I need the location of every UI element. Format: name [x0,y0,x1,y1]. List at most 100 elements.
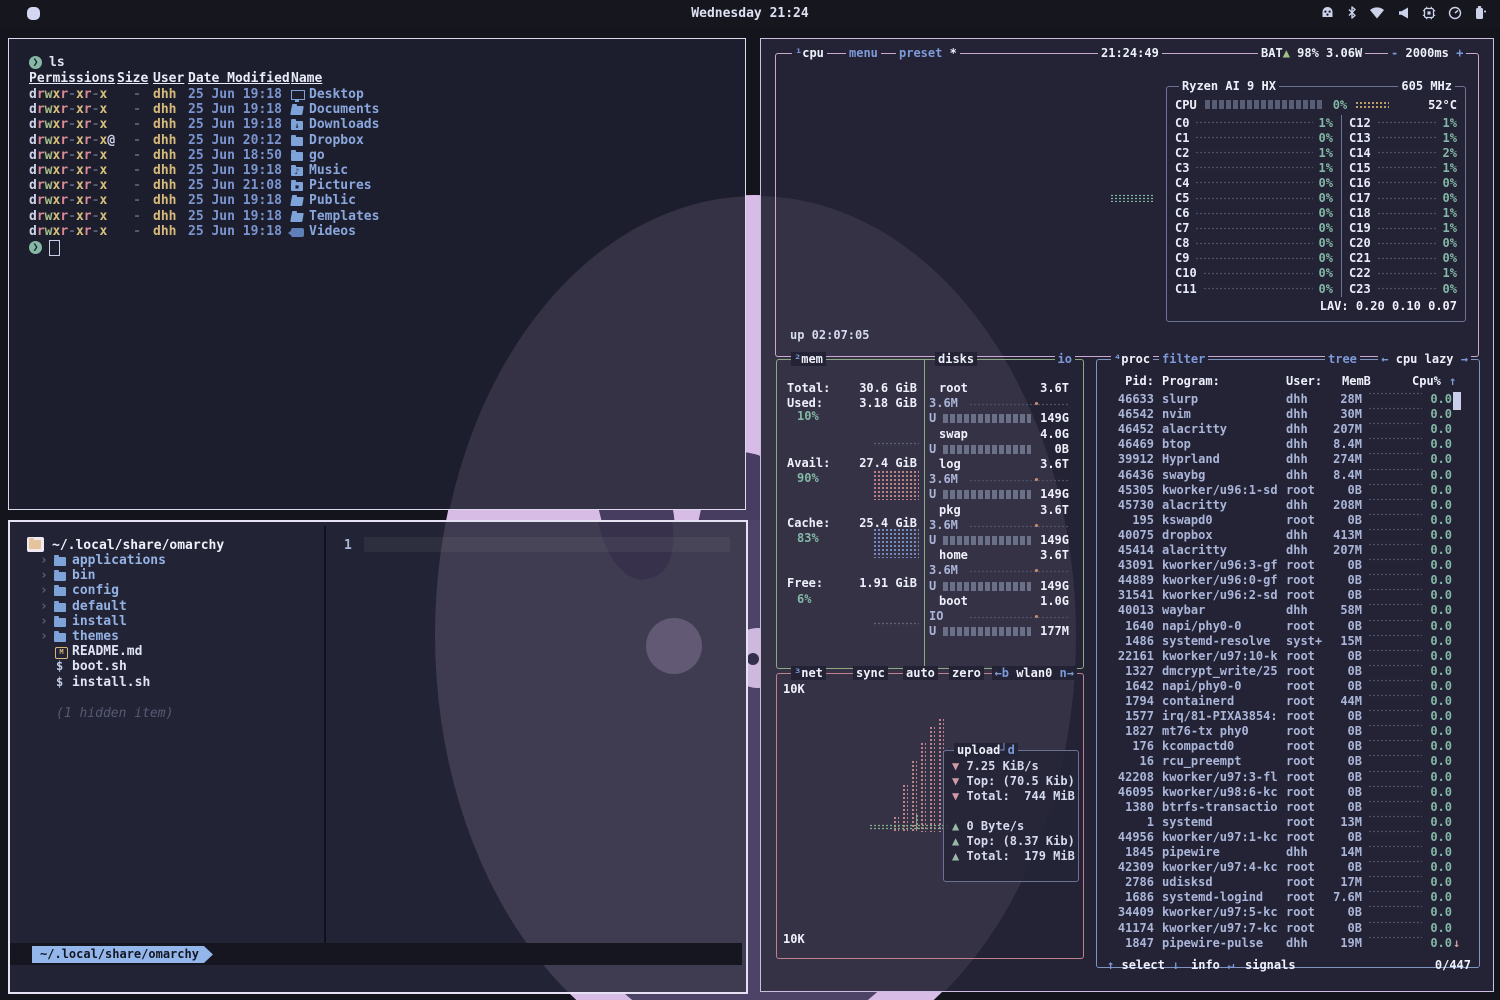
proc-row[interactable]: 42309kworker/u97:4-kcroot0B0.0 [1106,860,1466,875]
proc-box-title[interactable]: ⁴proc [1111,352,1153,366]
proc-row[interactable]: 44889kworker/u96:0-gfroot0B0.0 [1106,573,1466,588]
disk-size: 3.6T [997,381,1069,395]
list-item[interactable]: ›default [10,599,320,614]
proc-row[interactable]: 40013waybardhh58M0.0 [1106,603,1466,618]
proc-row[interactable]: 1847pipewire-pulsedhh19M0.0 [1106,936,1466,951]
bluetooth-icon[interactable] [1347,5,1357,20]
list-item[interactable]: ›applications [10,553,320,568]
proc-col-mem[interactable]: MemB [1342,374,1371,388]
mem: 0B [1324,513,1362,527]
proc-row[interactable]: 1systemdroot13M0.0 [1106,815,1466,830]
proc-row[interactable]: 46469btopdhh8.4M0.0 [1106,437,1466,452]
list-item[interactable]: $install.sh [10,675,320,690]
cpu-core-row: C191% [1349,221,1457,236]
proc-row[interactable]: 1640napi/phy0-0root0B0.0 [1106,619,1466,634]
mem-box-title[interactable]: ²mem [791,352,826,366]
disk-io-graph [969,479,1069,482]
proc-row[interactable]: 39912Hyprlanddhh274M0.0 [1106,452,1466,467]
mem: 0B [1324,754,1362,768]
proc-row[interactable]: 1686systemd-logindroot7.6M0.0 [1106,890,1466,905]
pid: 1686 [1106,890,1154,904]
proc-row[interactable]: 43091kworker/u96:3-gfroot0B0.0 [1106,558,1466,573]
cpu-box-title[interactable]: ¹cpu [792,46,827,60]
proc-row[interactable]: 1642napi/phy0-0root0B0.0 [1106,679,1466,694]
proc-scrollbar[interactable] [1453,392,1461,410]
proc-row[interactable]: 1380btrfs-transactioroot0B0.0 [1106,800,1466,815]
proc-row[interactable]: 195kswapd0root0B0.0 [1106,513,1466,528]
proc-row[interactable]: 2786udisksdroot17M0.0 [1106,875,1466,890]
proc-row[interactable]: 1794containerdroot44M0.0 [1106,694,1466,709]
proc-col-cpu[interactable]: Cpu% [1412,374,1441,388]
cpu-chip-icon[interactable] [1422,6,1436,20]
user: dhh [153,163,176,178]
proc-row[interactable]: 42208kworker/u97:3-flroot0B0.0 [1106,770,1466,785]
core-label: C6 [1175,206,1189,220]
net-interface-switch[interactable]: ←b wlan0 n→ [992,666,1078,680]
proc-row[interactable]: 34409kworker/u97:5-kcroot0B0.0 [1106,905,1466,920]
proc-col-pid[interactable]: Pid: [1106,374,1154,388]
proc-row[interactable]: 45414alacrittydhh207M0.0 [1106,543,1466,558]
folder-image-icon [291,182,303,191]
proc-row[interactable]: 45305kworker/u96:1-sdroot0B0.0 [1106,483,1466,498]
proc-row[interactable]: 44956kworker/u97:1-kcroot0B0.0 [1106,830,1466,845]
desktop-icon [291,90,305,100]
select-hint[interactable]: ↑ select ↓ [1107,958,1179,972]
battery-icon[interactable] [1474,5,1486,20]
scroll-down-icon[interactable]: ↓ [1453,936,1460,950]
proc-col-program[interactable]: Program: [1162,374,1220,388]
volume-icon[interactable] [1397,6,1410,20]
net-auto-button[interactable]: auto [903,666,938,680]
preset-button[interactable]: preset * [896,46,960,60]
proc-row[interactable]: 1845pipewiredhh14M0.0 [1106,845,1466,860]
proc-row[interactable]: 40075dropboxdhh413M0.0 [1106,528,1466,543]
net-zero-button[interactable]: zero [949,666,984,680]
proc-row[interactable]: 22161kworker/u97:10-kroot0B0.0 [1106,649,1466,664]
proc-tree-button[interactable]: tree [1325,352,1360,366]
terminal-cursor[interactable] [49,240,60,256]
proc-row[interactable]: 1577irq/81-PIXA3854:root0B0.0 [1106,709,1466,724]
list-item[interactable]: ›install [10,614,320,629]
proc-row[interactable]: 1486systemd-resolvesyst+15M0.0 [1106,634,1466,649]
pane-divider[interactable] [324,526,326,960]
cpu-graph [1368,573,1422,576]
cpu-graph [1368,483,1422,486]
proc-row[interactable]: 46436swaybgdhh8.4M0.0 [1106,468,1466,483]
cpu-percent: 0.0 [1424,558,1452,572]
list-item[interactable]: ›bin [10,568,320,583]
package-updates-icon[interactable] [1320,5,1335,20]
file-name: Dropbox [309,133,364,148]
update-interval-control[interactable]: - 2000ms + [1388,46,1466,60]
list-item[interactable]: ›config [10,583,320,598]
proc-row[interactable]: 16rcu_preemptroot0B0.0 [1106,754,1466,769]
net-sync-button[interactable]: sync [853,666,888,680]
proc-row[interactable]: 1827mt76-tx phy0root0B0.0 [1106,724,1466,739]
proc-filter-button[interactable]: filter [1159,352,1208,366]
proc-row[interactable]: 46095kworker/u98:6-kcroot0B0.0 [1106,785,1466,800]
date-modified: 25 Jun 19:18 [188,87,282,102]
signals-hint[interactable]: signals [1245,958,1296,972]
proc-row[interactable]: 41174kworker/u97:7-kcroot0B0.0 [1106,921,1466,936]
disks-io-button[interactable]: io [1055,352,1075,366]
info-hint[interactable]: info ↵ [1191,958,1234,972]
proc-row[interactable]: 46452alacrittydhh207M0.0 [1106,422,1466,437]
wifi-icon[interactable] [1369,6,1385,20]
proc-col-user[interactable]: User: [1286,374,1322,388]
disk-io-label: IO [929,609,943,623]
pid: 1845 [1106,845,1154,859]
list-item[interactable]: ›themes [10,629,320,644]
net-box-title[interactable]: ³net [791,666,826,680]
cpu-graph [1368,739,1422,742]
proc-row[interactable]: 45730alacrittydhh208M0.0 [1106,498,1466,513]
proc-sort-control[interactable]: ← cpu lazy → [1378,352,1471,366]
list-item[interactable]: MREADME.md [10,644,320,659]
proc-row[interactable]: 31541kworker/u96:2-sdroot0B0.0 [1106,588,1466,603]
menu-button[interactable]: menu [846,46,881,60]
proc-row[interactable]: 46633slurpdhh28M0.0 [1106,392,1466,407]
proc-row[interactable]: 176kcompactd0root0B0.0 [1106,739,1466,754]
gauge-icon[interactable] [1448,6,1462,20]
net-stats-title[interactable]: upload┘d [954,743,1018,757]
list-item[interactable]: $boot.sh [10,659,320,674]
mem: 0B [1324,739,1362,753]
proc-row[interactable]: 1327dmcrypt_write/25root0B0.0 [1106,664,1466,679]
proc-row[interactable]: 46542nvimdhh30M0.0 [1106,407,1466,422]
